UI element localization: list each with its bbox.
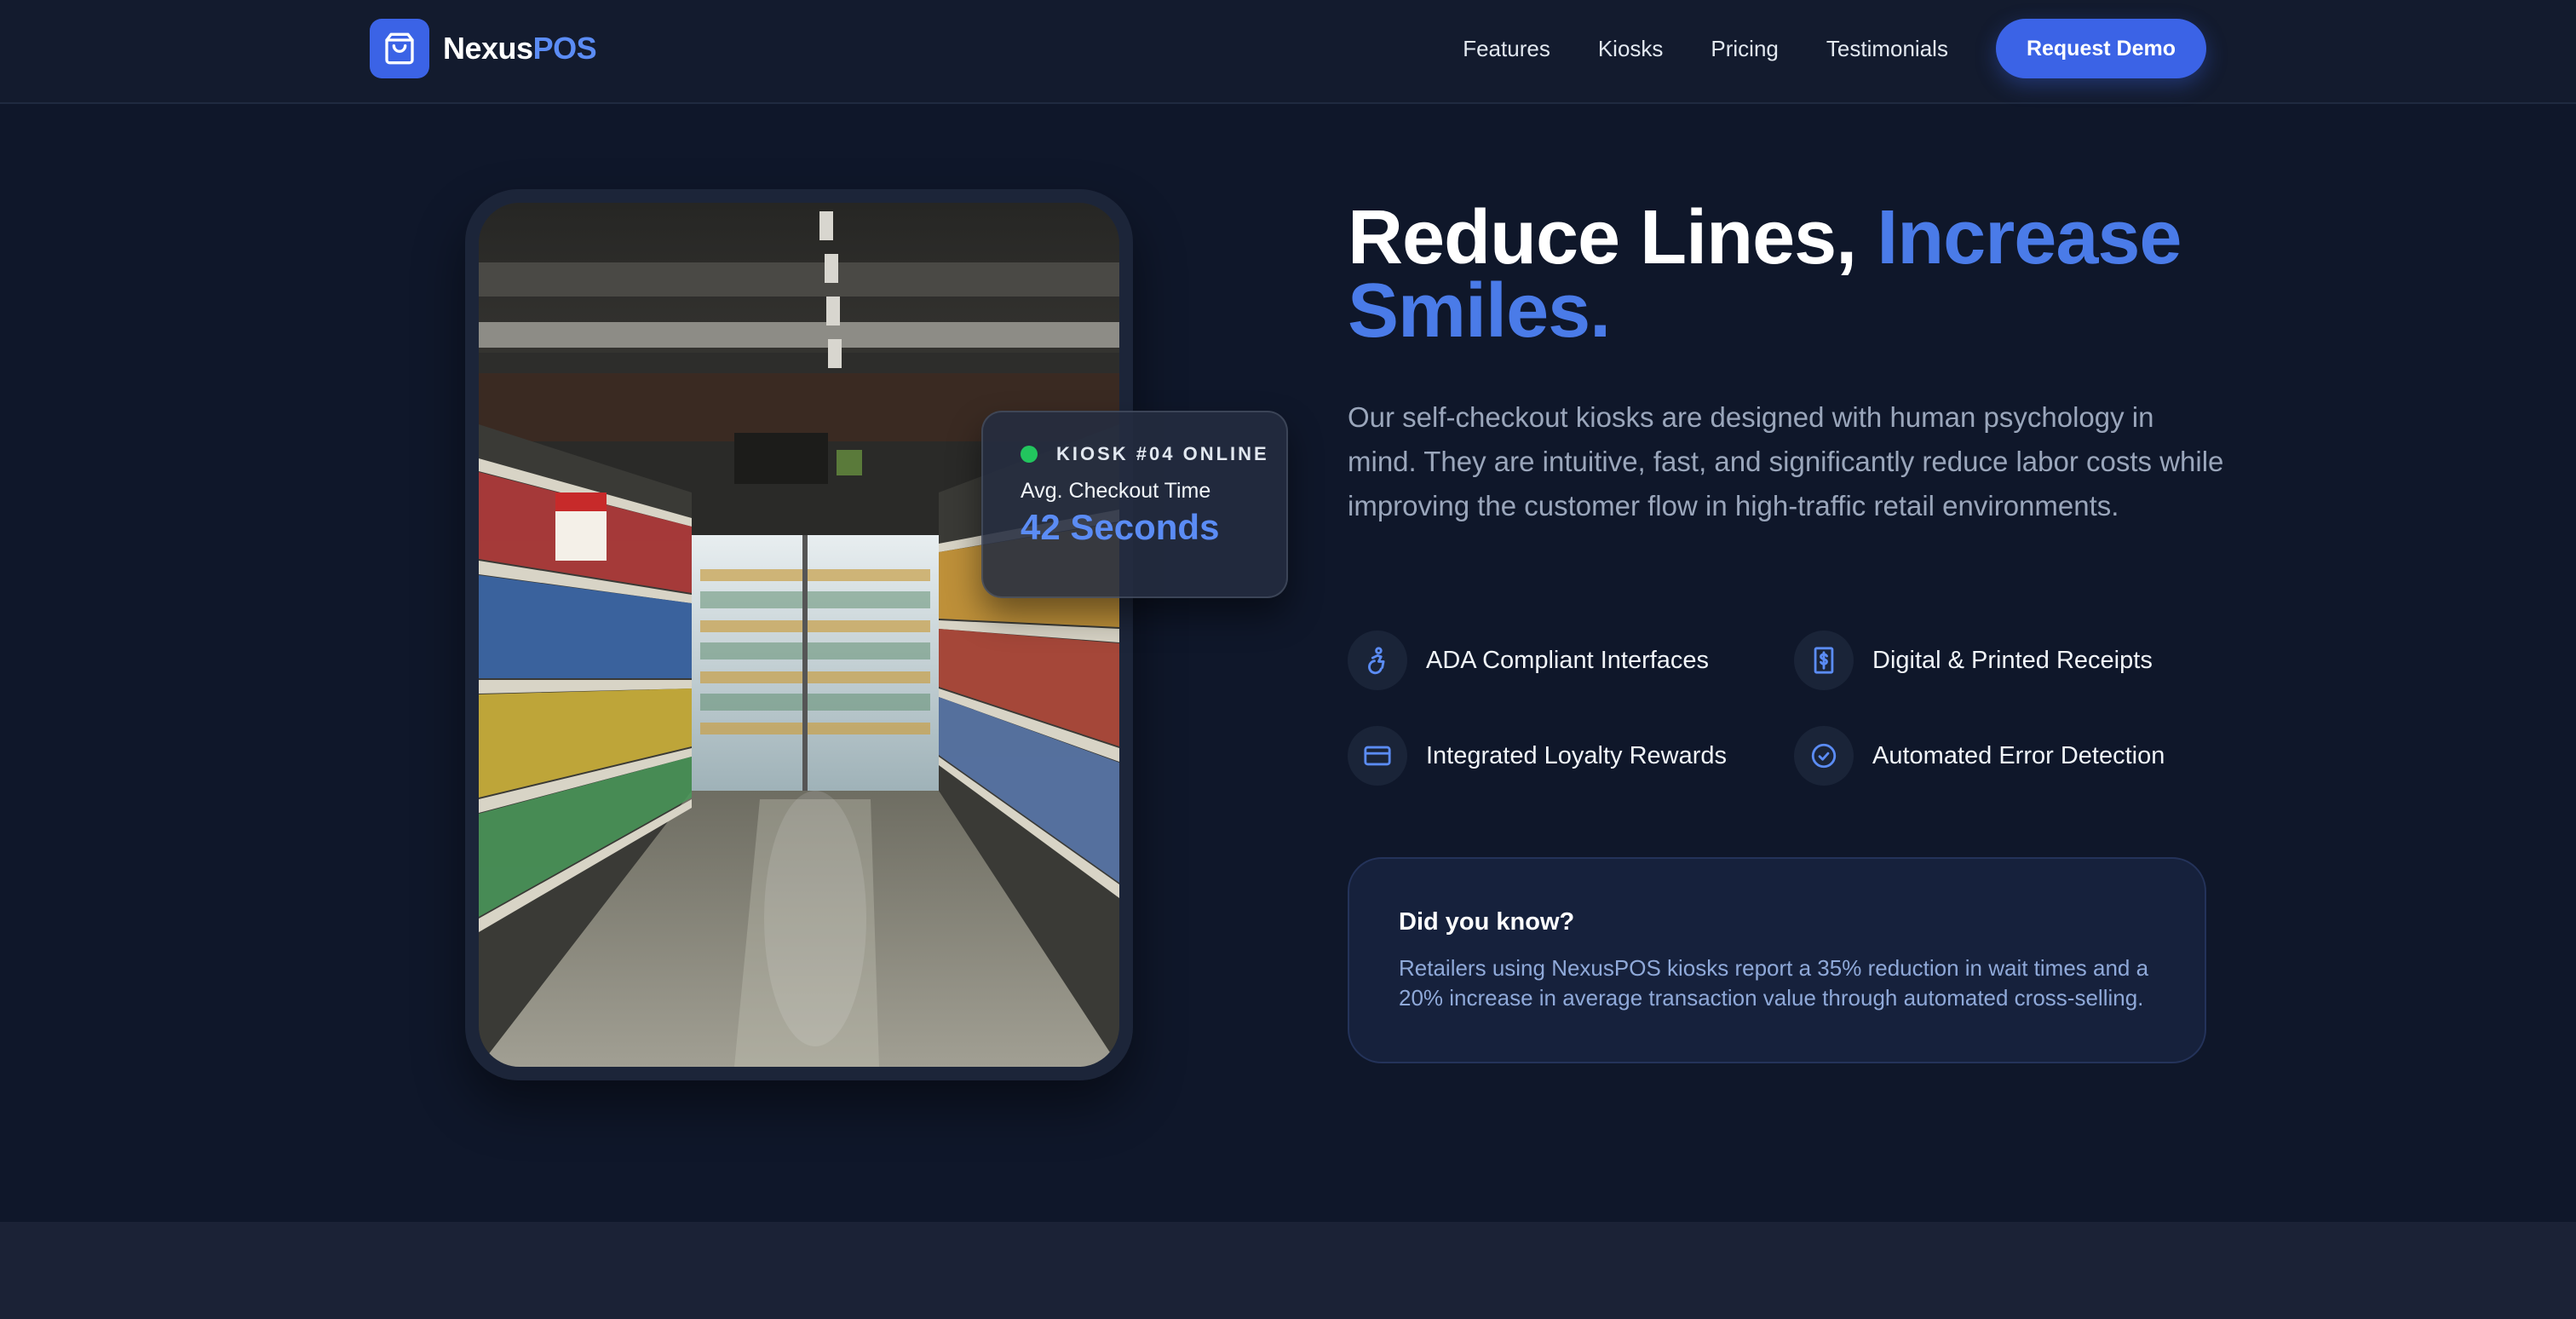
kiosk-status-card: KIOSK #04 ONLINE Avg. Checkout Time 42 S… (981, 411, 1288, 598)
info-title: Did you know? (1399, 908, 1575, 936)
checkout-time-label: Avg. Checkout Time (1021, 479, 1211, 503)
online-status-dot (1021, 446, 1038, 463)
next-section-strip (0, 1222, 2576, 1319)
checkout-time-value: 42 Seconds (1021, 507, 1220, 547)
hero-title: Reduce Lines, Increase Smiles. (1348, 199, 2251, 349)
feature-receipts: Digital & Printed Receipts (1794, 631, 2153, 690)
nav-link-kiosks[interactable]: Kiosks (1598, 36, 1664, 62)
kiosk-status-row: KIOSK #04 ONLINE (1021, 443, 1286, 465)
feature-label: Digital & Printed Receipts (1872, 646, 2153, 674)
feature-label: Automated Error Detection (1872, 741, 2165, 769)
hero-description: Our self-checkout kiosks are designed wi… (1348, 401, 2224, 521)
receipt-icon (1794, 631, 1854, 690)
brand-logo[interactable]: NexusPOS (370, 19, 597, 78)
feature-label: Integrated Loyalty Rewards (1426, 741, 1728, 769)
feature-ada: ADA Compliant Interfaces (1348, 631, 1709, 690)
nav-link-features[interactable]: Features (1463, 36, 1550, 62)
request-demo-button[interactable]: Request Demo (1995, 19, 2206, 78)
brand-name-part2: POS (532, 31, 597, 66)
brand-name: NexusPOS (443, 31, 597, 66)
kiosk-status-label: KIOSK #04 ONLINE (1056, 443, 1269, 464)
feature-label: ADA Compliant Interfaces (1426, 646, 1710, 674)
info-text: Retailers using NexusPOS kiosks report a… (1399, 955, 2149, 1011)
feature-error-detection: Automated Error Detection (1794, 726, 2165, 786)
nav-link-testimonials[interactable]: Testimonials (1826, 36, 1948, 62)
brand-name-part1: Nexus (443, 31, 533, 66)
shopping-bag-icon (370, 19, 429, 78)
main-nav: Features Kiosks Pricing Testimonials Req… (1463, 19, 2206, 78)
did-you-know-card: Did you know? Retailers using NexusPOS k… (1348, 857, 2206, 1063)
check-circle-icon (1794, 726, 1854, 786)
nav-link-pricing[interactable]: Pricing (1711, 36, 1778, 62)
store-aisle-photo (479, 203, 1119, 1067)
accessibility-icon (1348, 631, 1407, 690)
credit-card-icon (1348, 726, 1407, 786)
hero-title-part1: Reduce Lines, (1348, 195, 1857, 280)
feature-loyalty: Integrated Loyalty Rewards (1348, 726, 1727, 786)
site-header: NexusPOS Features Kiosks Pricing Testimo… (0, 0, 2576, 104)
kiosk-image-frame (465, 189, 1133, 1080)
landing-page: NexusPOS Features Kiosks Pricing Testimo… (0, 0, 2576, 1319)
